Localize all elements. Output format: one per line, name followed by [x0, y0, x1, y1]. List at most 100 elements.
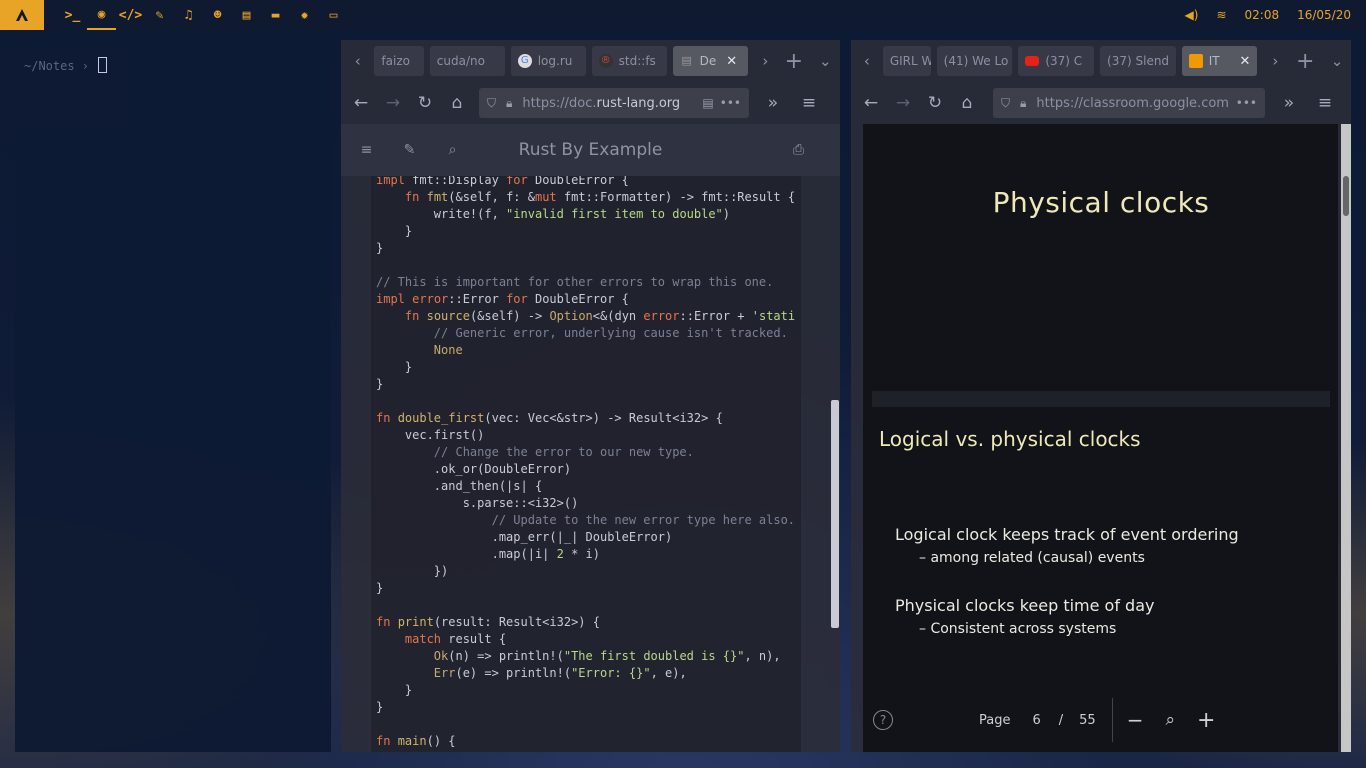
page-number-input[interactable]: 6: [1032, 713, 1040, 728]
tab[interactable]: GIRL W: [882, 46, 931, 76]
drawer-icon[interactable]: ▤: [232, 0, 261, 30]
tab-strip: ‹ faizo cuda/no Glog.ru ® std::fs ▤ De ✕ › …: [341, 40, 840, 82]
close-tab-icon[interactable]: ✕: [726, 54, 737, 69]
tab-active[interactable]: ▤ De ✕: [672, 46, 748, 76]
slide-heading: Logical vs. physical clocks: [879, 427, 1141, 451]
book-favicon-icon: ▤: [681, 54, 692, 67]
youtube-favicon-icon: [1025, 56, 1040, 66]
clock-date[interactable]: 16/05/20: [1297, 8, 1351, 22]
reader-view-icon[interactable]: ▤: [702, 96, 713, 110]
tab[interactable]: cuda/no: [429, 46, 505, 76]
tab-active[interactable]: IT ✕: [1181, 46, 1258, 76]
rust-book-header: ≡ ✎ ⌕ Rust By Example ⎙: [341, 124, 840, 176]
tabs-scroll-right-icon[interactable]: ›: [754, 52, 778, 70]
wifi-icon[interactable]: ≋: [1216, 8, 1226, 22]
tab-label: cuda/no: [436, 54, 485, 68]
zoom-reset-icon[interactable]: ⌕: [1165, 710, 1175, 730]
zoom-in-icon[interactable]: +: [1197, 708, 1215, 733]
tab[interactable]: (37) C: [1018, 46, 1095, 76]
launcher-logo-icon[interactable]: [0, 0, 44, 30]
hamburger-menu-icon[interactable]: ≡: [793, 87, 825, 119]
terminal-prompt: ~/Notes ›: [24, 57, 108, 73]
overflow-chevrons-icon[interactable]: »: [757, 87, 789, 119]
tab-list-chevron-down-icon[interactable]: ⌄: [1323, 52, 1351, 70]
scrollbar-thumb[interactable]: [831, 400, 839, 628]
theme-brush-icon[interactable]: ✎: [388, 142, 431, 158]
users-icon[interactable]: ☻: [203, 0, 232, 30]
rust-favicon-icon: ®: [598, 54, 613, 68]
nav-toolbar: ← → ↻ ⌂ ⛉ 🔒︎ https://classroom.google.co…: [851, 82, 1351, 124]
back-icon[interactable]: ←: [855, 87, 887, 119]
home-icon[interactable]: ⌂: [441, 87, 473, 119]
page-label: Page: [979, 712, 1011, 728]
code-content: impl fmt::Display for DoubleError { fn f…: [376, 176, 796, 752]
tab[interactable]: (41) We Lo: [936, 46, 1013, 76]
forward-icon[interactable]: →: [887, 87, 919, 119]
url-text: https://classroom.google.com: [1036, 95, 1229, 111]
tab[interactable]: ® std::fs: [591, 46, 667, 76]
slide-bullet: Logical clock keeps track of event order…: [895, 525, 1239, 544]
page-total: 55: [1079, 712, 1096, 728]
url-prefix: https://doc.: [522, 95, 597, 111]
tab[interactable]: (37) Slend: [1100, 46, 1176, 76]
pdf-toolbar: ? Page 6 / 55 − ⌕ +: [863, 695, 1338, 745]
classroom-favicon-icon: [1188, 54, 1203, 68]
print-icon[interactable]: ⎙: [777, 142, 820, 158]
help-icon[interactable]: ?: [873, 710, 893, 730]
more-actions-icon[interactable]: •••: [720, 96, 741, 110]
browser-window-rust: ‹ faizo cuda/no Glog.ru ® std::fs ▤ De ✕ › …: [341, 40, 840, 752]
slide-title: Physical clocks: [992, 186, 1210, 219]
gear-icon[interactable]: ✹: [290, 0, 319, 30]
url-domain: rust-lang.org: [596, 95, 681, 111]
tab-label: log.ru: [537, 54, 573, 68]
terminal-cursor: [98, 57, 108, 73]
terminal-icon[interactable]: >_: [58, 0, 87, 30]
toolbar-divider: [1111, 698, 1113, 742]
clock-time[interactable]: 02:08: [1245, 8, 1280, 22]
brush-icon[interactable]: ✎: [145, 0, 174, 30]
tabs-scroll-left-icon[interactable]: ‹: [851, 52, 883, 70]
hamburger-menu-icon[interactable]: ≡: [1309, 87, 1341, 119]
volume-icon[interactable]: ◀): [1185, 8, 1199, 22]
reload-icon[interactable]: ↻: [919, 87, 951, 119]
reload-icon[interactable]: ↻: [409, 87, 441, 119]
tabs-scroll-right-icon[interactable]: ›: [1263, 52, 1287, 70]
overflow-chevrons-icon[interactable]: »: [1273, 87, 1305, 119]
tab-label: std::fs: [618, 54, 656, 68]
tab-list-chevron-down-icon[interactable]: ⌄: [811, 52, 840, 70]
tab-label: (37) C: [1045, 54, 1083, 68]
music-icon[interactable]: ♫: [174, 0, 203, 30]
url-bar[interactable]: ⛉ 🔒︎ https://classroom.google.com •••: [993, 88, 1265, 118]
shield-icon[interactable]: ⛉: [1001, 96, 1010, 111]
code-icon[interactable]: </>: [116, 0, 145, 30]
page-separator: /: [1058, 712, 1064, 728]
sidebar-toggle-icon[interactable]: ≡: [345, 142, 388, 158]
terminal-window[interactable]: ~/Notes ›: [15, 40, 331, 752]
shield-icon[interactable]: ⛉: [487, 96, 496, 111]
folder-icon[interactable]: ▬: [261, 0, 290, 30]
system-tray: ◀) ≋ 02:08 16/05/20: [1185, 0, 1366, 30]
new-tab-icon[interactable]: +: [1287, 49, 1323, 74]
tab-strip: ‹ GIRL W (41) We Lo (37) C (37) Slend IT…: [851, 40, 1351, 82]
tab-label: IT: [1208, 54, 1220, 68]
back-icon[interactable]: ←: [345, 87, 377, 119]
monitor-icon[interactable]: ▭: [319, 0, 348, 30]
tab[interactable]: Glog.ru: [510, 46, 586, 76]
browser-window-classroom: ‹ GIRL W (41) We Lo (37) C (37) Slend IT…: [851, 40, 1351, 752]
slide-divider: [872, 391, 1330, 407]
search-icon[interactable]: ⌕: [431, 142, 474, 158]
url-bar[interactable]: ⛉ 🔒︎ https://doc. rust-lang.org ▤ •••: [479, 88, 749, 118]
forward-icon[interactable]: →: [377, 87, 409, 119]
tab-label: (37) Slend: [1107, 54, 1170, 68]
close-tab-icon[interactable]: ✕: [1240, 54, 1251, 69]
new-tab-icon[interactable]: +: [777, 49, 810, 74]
tab-label: De: [699, 54, 717, 68]
tabs-scroll-left-icon[interactable]: ‹: [341, 52, 374, 70]
globe-icon[interactable]: ◉: [87, 0, 116, 30]
slide-subbullet: – among related (causal) events: [919, 550, 1145, 566]
tab-label: GIRL W: [889, 54, 931, 68]
home-icon[interactable]: ⌂: [951, 87, 983, 119]
zoom-out-icon[interactable]: −: [1127, 708, 1144, 732]
tab[interactable]: faizo: [374, 46, 424, 76]
more-actions-icon[interactable]: •••: [1236, 96, 1257, 110]
